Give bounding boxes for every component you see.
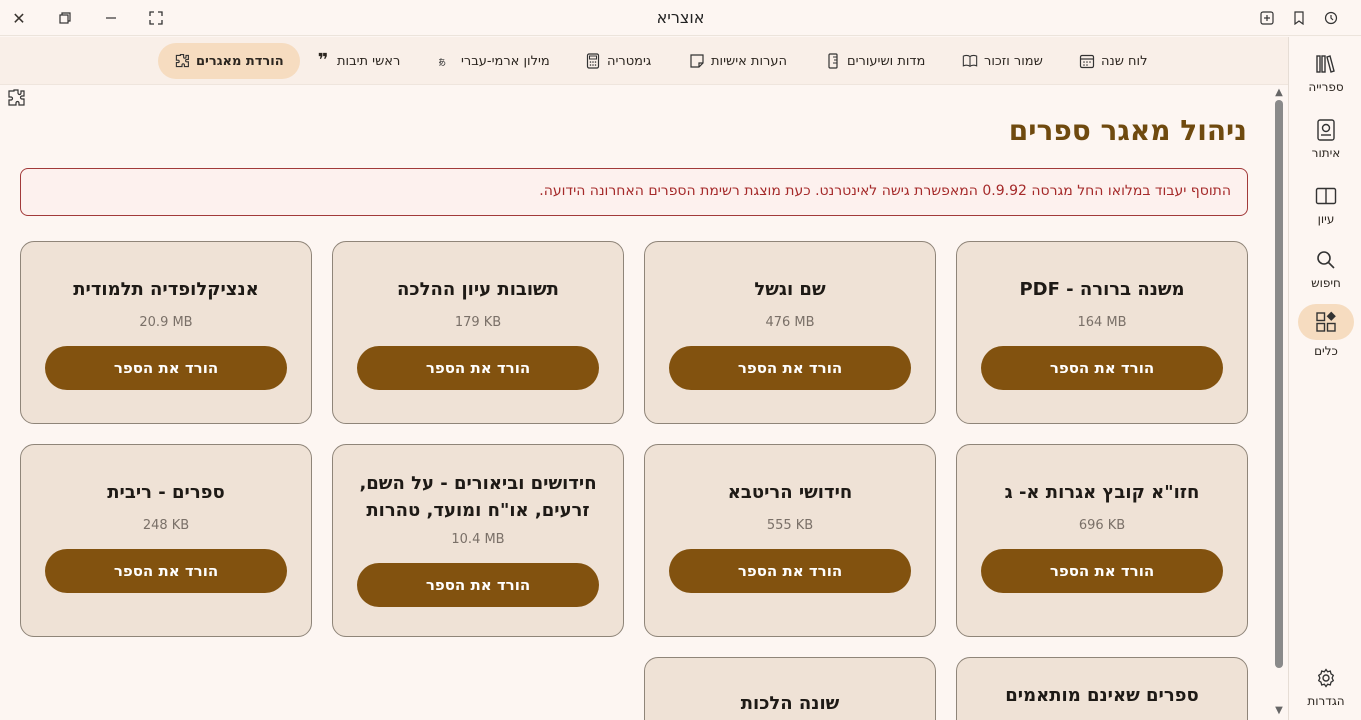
book-title: תשובות עיון ההלכה [397, 279, 559, 300]
book-card: ספרים שאינם מותאמים [956, 657, 1248, 720]
calculator-icon [585, 53, 601, 69]
close-icon[interactable]: ✕ [7, 6, 31, 30]
restore-icon[interactable] [53, 6, 77, 30]
tool-download-databases[interactable]: הורדת מאגרים [158, 43, 300, 79]
book-title: חידושי הריטבא [727, 482, 853, 503]
add-tab-icon[interactable] [1255, 6, 1279, 30]
locate-book-icon [1314, 118, 1338, 142]
calendar-icon [1079, 53, 1095, 69]
book-card: חידושי הריטבא 555 KB הורד את הספר [644, 444, 936, 637]
tools-toolbar: לוח שנה שמור וזכור מדות ושיעורים הערות א… [0, 37, 1288, 106]
navigation-sidebar: ספרייה איתור עיון חיפוש כלים הגדרות [1288, 37, 1361, 720]
download-book-button[interactable]: הורד את הספר [45, 549, 287, 593]
tool-label: גימטריה [607, 53, 652, 69]
page-title: ניהול מאגר ספרים [1008, 114, 1247, 147]
tool-personal-notes[interactable]: הערות אישיות [689, 43, 787, 79]
title-bar: ✕ אוצריא [0, 0, 1361, 36]
download-book-button[interactable]: הורד את הספר [669, 549, 911, 593]
book-open-icon [962, 53, 978, 69]
book-title: חזו"א קובץ אגרות א- ג [1004, 482, 1200, 503]
sidebar-item-settings[interactable]: הגדרות [1298, 657, 1354, 717]
sidebar-item-tools[interactable]: כלים [1298, 301, 1354, 361]
book-card: שם וגשל 476 MB הורד את הספר [644, 241, 936, 424]
book-size: 164 MB [1077, 315, 1127, 330]
book-size: 476 MB [765, 315, 815, 330]
book-card: משנה ברורה - PDF 164 MB הורד את הספר [956, 241, 1248, 424]
ruler-icon [825, 53, 841, 69]
book-card: ספרים - ריבית 248 KB הורד את הספר [20, 444, 312, 637]
download-book-button[interactable]: הורד את הספר [357, 563, 599, 607]
sidebar-item-label: חיפוש [1311, 276, 1341, 290]
book-title: ספרים - ריבית [107, 482, 225, 503]
book-title: אנציקלופדיה תלמודית [73, 279, 259, 300]
sidebar-item-study[interactable]: עיון [1298, 175, 1354, 235]
sidebar-item-label: הגדרות [1307, 694, 1345, 708]
book-size: 696 KB [1078, 518, 1126, 533]
book-card: אנציקלופדיה תלמודית 20.9 MB הורד את הספר [20, 241, 312, 424]
sidebar-item-label: ספרייה [1308, 80, 1344, 94]
book-size: 248 KB [142, 518, 190, 533]
download-book-button[interactable]: הורד את הספר [45, 346, 287, 390]
download-book-button[interactable]: הורד את הספר [981, 346, 1223, 390]
book-title: משנה ברורה - PDF [1019, 279, 1185, 300]
book-card: חידושים וביאורים - על השם, זרעים, או"ח ו… [332, 444, 624, 637]
translate-icon: aあ [439, 53, 455, 69]
sidebar-item-label: כלים [1314, 344, 1338, 358]
note-icon [689, 53, 705, 69]
book-size: 555 KB [766, 518, 814, 533]
book-card: חזו"א קובץ אגרות א- ג 696 KB הורד את הספ… [956, 444, 1248, 637]
download-book-button[interactable]: הורד את הספר [981, 549, 1223, 593]
library-icon [1314, 52, 1338, 76]
book-card: תשובות עיון ההלכה 179 KB הורד את הספר [332, 241, 624, 424]
book-size: 10.4 MB [451, 532, 505, 547]
download-book-button[interactable]: הורד את הספר [357, 346, 599, 390]
scroll-thumb[interactable] [1275, 100, 1283, 668]
svg-text:あ: あ [439, 57, 446, 68]
content-scrollbar[interactable]: ▲ ▼ [1272, 88, 1286, 720]
tool-calendar[interactable]: לוח שנה [1079, 43, 1147, 79]
tool-abbreviations[interactable]: ❞ ראשי תיבות [315, 43, 401, 79]
book-title: שונה הלכות [740, 693, 840, 714]
tool-label: הערות אישיות [711, 53, 787, 69]
sidebar-item-library[interactable]: ספרייה [1298, 43, 1354, 103]
tool-shamor-vezachor[interactable]: שמור וזכור [962, 43, 1043, 79]
app-title: אוצריא [656, 8, 705, 27]
book-card: שונה הלכות [644, 657, 936, 720]
tool-aramaic-dictionary[interactable]: aあ מילון ארמי-עברי [439, 43, 550, 79]
puzzle-icon [174, 53, 190, 69]
sidebar-item-search[interactable]: חיפוש [1298, 239, 1354, 299]
tool-label: הורדת מאגרים [196, 53, 284, 69]
tool-gematria[interactable]: גימטריה [585, 43, 651, 79]
quote-icon: ❞ [317, 50, 329, 71]
scroll-down-arrow-icon[interactable]: ▼ [1274, 706, 1284, 716]
tool-label: לוח שנה [1101, 53, 1148, 69]
book-size: 20.9 MB [139, 315, 193, 330]
book-size: 179 KB [454, 315, 502, 330]
book-icon [1314, 184, 1338, 208]
tool-label: ראשי תיבות [337, 53, 401, 69]
tool-label: שמור וזכור [984, 53, 1043, 69]
fullscreen-icon[interactable] [144, 6, 168, 30]
tools-icon [1298, 304, 1354, 340]
extensions-icon[interactable] [4, 86, 28, 110]
minimize-icon[interactable] [99, 6, 123, 30]
version-notice: התוסף יעבוד במלואו החל מגרסה 0.9.92 המאפ… [20, 168, 1248, 216]
tool-label: מילון ארמי-עברי [461, 53, 550, 69]
tool-label: מדות ושיעורים [847, 53, 926, 69]
sidebar-item-locate[interactable]: איתור [1298, 109, 1354, 169]
search-icon [1314, 248, 1338, 272]
sidebar-item-label: עיון [1317, 212, 1335, 226]
sidebar-item-label: איתור [1311, 146, 1341, 160]
book-title: שם וגשל [754, 279, 826, 300]
scroll-up-arrow-icon[interactable]: ▲ [1274, 88, 1284, 98]
book-title: חידושים וביאורים - על השם, זרעים, או"ח ו… [359, 473, 597, 521]
book-title: ספרים שאינם מותאמים [1005, 685, 1199, 706]
tool-measures[interactable]: מדות ושיעורים [825, 43, 925, 79]
gear-icon [1314, 666, 1338, 690]
download-book-button[interactable]: הורד את הספר [669, 346, 911, 390]
history-icon[interactable] [1319, 6, 1343, 30]
bookmark-icon[interactable] [1287, 6, 1311, 30]
